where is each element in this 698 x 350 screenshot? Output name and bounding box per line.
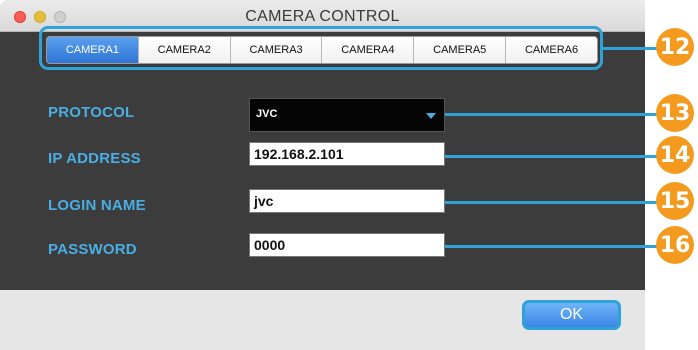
callout-line-14 xyxy=(445,155,661,158)
callout-badge-12: 12 xyxy=(656,28,694,66)
callout-badge-13: 13 xyxy=(656,94,694,132)
tab-camera4[interactable]: CAMERA4 xyxy=(322,37,415,63)
callout-line-13 xyxy=(445,113,661,116)
camera-control-window: CAMERA CONTROL CAMERA1 CAMERA2 CAMERA3 C… xyxy=(0,0,645,350)
callout-line-12 xyxy=(601,47,661,50)
login-name-field[interactable]: jvc xyxy=(249,189,445,213)
callout-line-15 xyxy=(445,201,661,204)
callout-badge-15: 15 xyxy=(656,182,694,220)
window-title: CAMERA CONTROL xyxy=(245,8,400,25)
tab-camera5[interactable]: CAMERA5 xyxy=(414,37,507,63)
ip-address-label: IP ADDRESS xyxy=(48,150,141,167)
password-label: PASSWORD xyxy=(48,241,137,258)
callout-line-16 xyxy=(445,245,661,248)
protocol-select[interactable]: JVC xyxy=(249,98,445,132)
tab-camera3[interactable]: CAMERA3 xyxy=(230,37,323,63)
chevron-down-icon xyxy=(426,113,436,119)
tab-camera1[interactable]: CAMERA1 xyxy=(47,37,139,63)
callout-badge-14: 14 xyxy=(656,136,694,174)
password-field[interactable]: 0000 xyxy=(249,233,445,257)
ip-address-field[interactable]: 192.168.2.101 xyxy=(249,142,445,166)
protocol-label: PROTOCOL xyxy=(48,104,135,121)
protocol-value: JVC xyxy=(256,108,278,120)
tab-camera6[interactable]: CAMERA6 xyxy=(506,37,597,63)
callout-badge-16: 16 xyxy=(656,226,694,264)
ok-button[interactable]: OK xyxy=(522,300,621,330)
camera-tabs: CAMERA1 CAMERA2 CAMERA3 CAMERA4 CAMERA5 … xyxy=(46,36,598,64)
login-name-label: LOGIN NAME xyxy=(48,197,146,214)
tab-camera2[interactable]: CAMERA2 xyxy=(138,37,231,63)
